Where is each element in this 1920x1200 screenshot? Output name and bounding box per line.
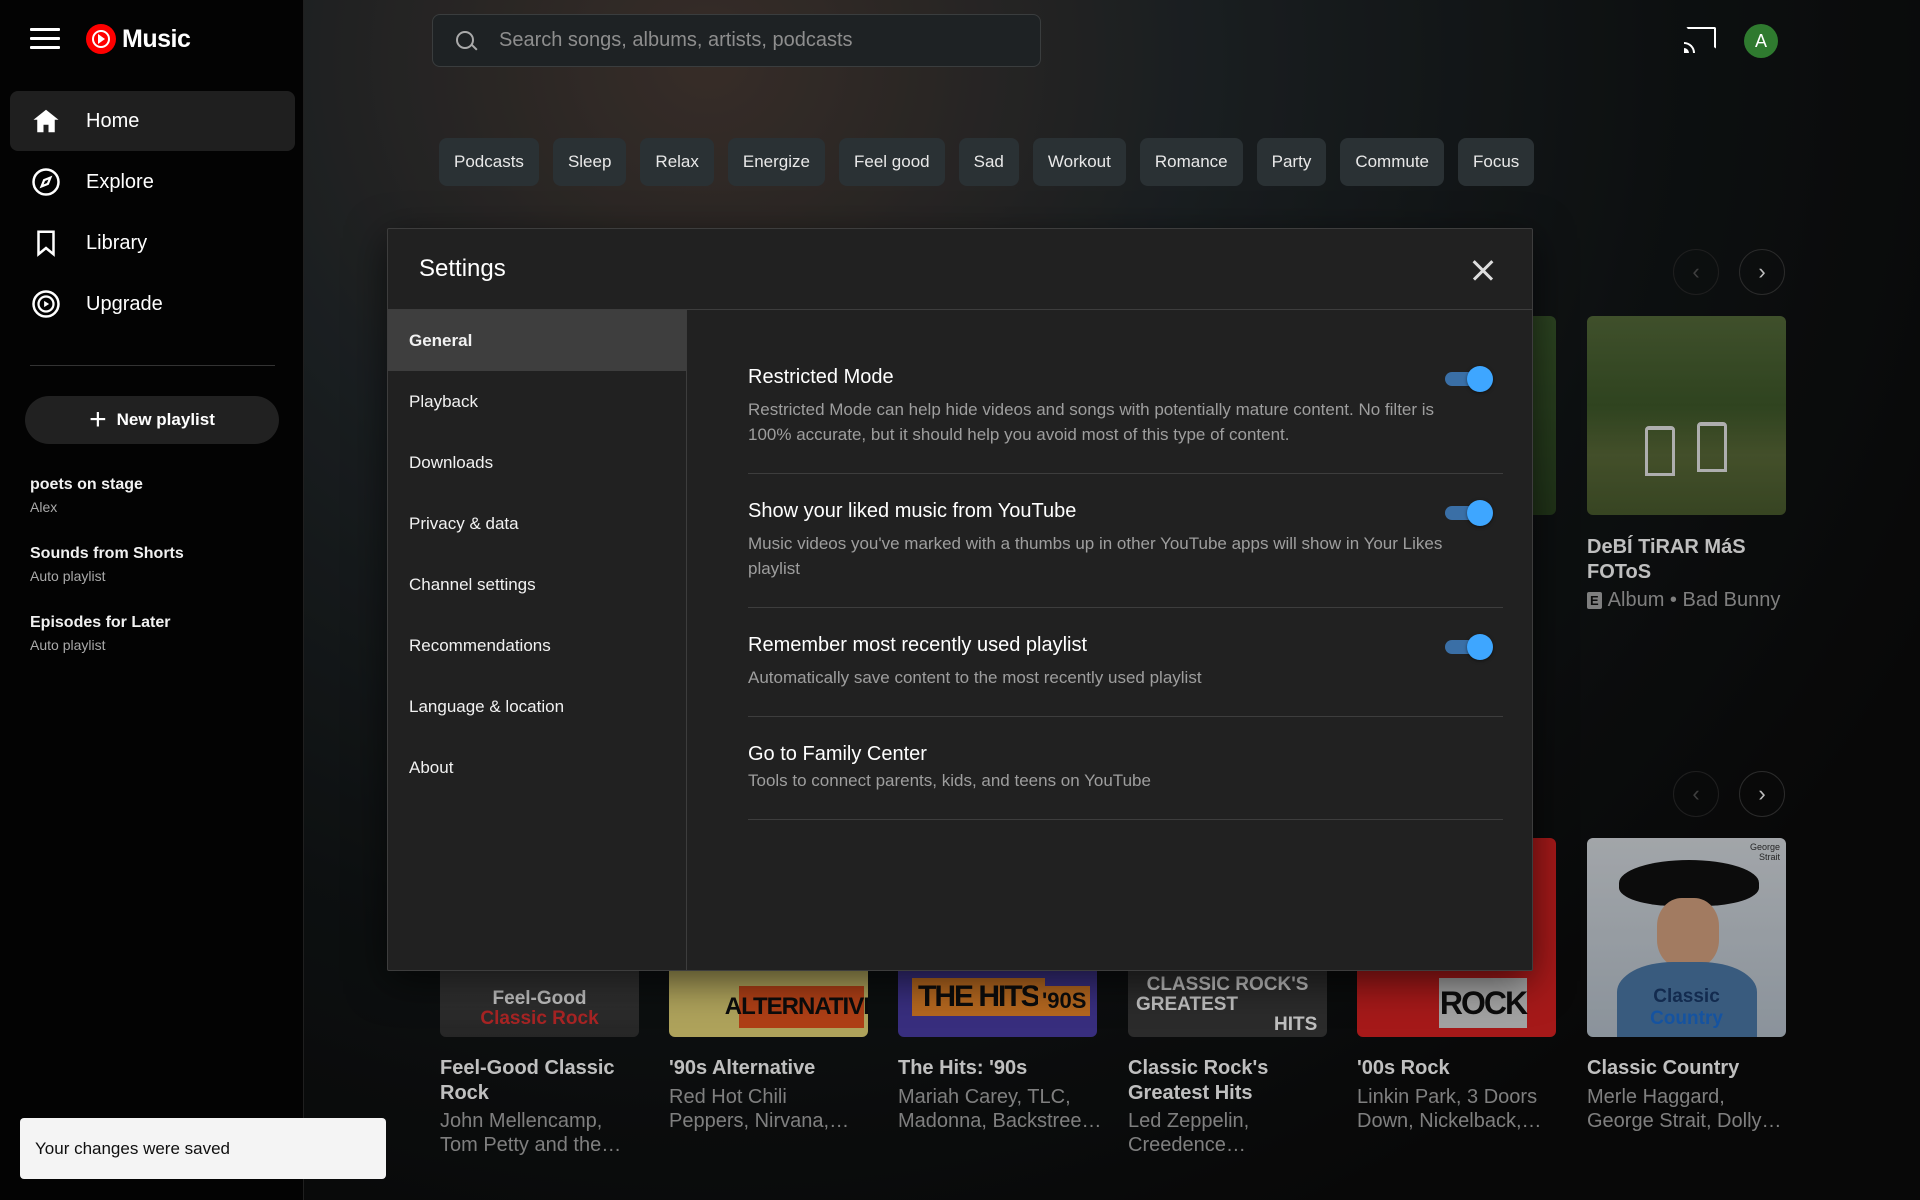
playlist-subtitle: Auto playlist — [30, 637, 106, 653]
playlist-item[interactable]: poets on stage Alex — [30, 476, 280, 515]
playlist-subtitle: Auto playlist — [30, 568, 106, 584]
search-box[interactable] — [432, 14, 1041, 67]
cast-icon[interactable] — [1684, 27, 1716, 53]
sidebar-item-home[interactable]: Home — [10, 91, 295, 151]
chip-relax[interactable]: Relax — [640, 138, 714, 186]
liked-music-toggle[interactable] — [1445, 500, 1493, 526]
chip-energize[interactable]: Energize — [727, 138, 825, 186]
setting-title: Show your liked music from YouTube — [748, 500, 1077, 522]
settings-tab-downloads[interactable]: Downloads — [388, 432, 686, 493]
sidebar-item-label: Explore — [86, 170, 154, 193]
remember-playlist-toggle[interactable] — [1445, 634, 1493, 660]
sidebar-item-upgrade[interactable]: Upgrade — [10, 274, 295, 334]
setting-liked-music: Show your liked music from YouTube Music… — [748, 474, 1503, 608]
settings-tab-channel[interactable]: Channel settings — [388, 554, 686, 615]
logo-play-icon — [86, 24, 116, 54]
sidebar-item-label: Home — [86, 109, 140, 132]
setting-title: Restricted Mode — [748, 366, 894, 388]
settings-title: Settings — [419, 255, 506, 282]
chip-commute[interactable]: Commute — [1340, 138, 1445, 186]
playlist-list: poets on stage Alex Sounds from Shorts A… — [30, 476, 280, 683]
setting-description: Automatically save content to the most r… — [748, 668, 1202, 687]
plus-icon: + — [89, 403, 107, 436]
hamburger-menu-icon[interactable] — [30, 28, 60, 52]
chip-podcasts[interactable]: Podcasts — [439, 138, 539, 186]
home-icon — [30, 105, 62, 137]
restricted-mode-toggle[interactable] — [1445, 366, 1493, 392]
sidebar: Music Home Explore Library Upgrade + New… — [0, 0, 304, 1200]
sidebar-item-explore[interactable]: Explore — [10, 152, 295, 212]
chip-focus[interactable]: Focus — [1458, 138, 1535, 186]
setting-restricted-mode: Restricted Mode Restricted Mode can help… — [748, 310, 1503, 474]
playlist-title: poets on stage — [30, 476, 143, 493]
setting-title: Go to Family Center — [748, 743, 927, 765]
toast-message: Your changes were saved — [35, 1138, 231, 1158]
settings-dialog: Settings General Playback Downloads Priv… — [387, 228, 1533, 971]
chip-workout[interactable]: Workout — [1032, 138, 1126, 186]
settings-tab-recommendations[interactable]: Recommendations — [388, 615, 686, 676]
sidebar-divider — [30, 365, 275, 366]
upgrade-icon — [30, 288, 62, 320]
setting-title: Remember most recently used playlist — [748, 634, 1088, 656]
chip-sleep[interactable]: Sleep — [552, 138, 627, 186]
sidebar-item-label: Upgrade — [86, 292, 163, 315]
settings-nav: General Playback Downloads Privacy & dat… — [388, 310, 687, 971]
mood-chips: Podcasts Sleep Relax Energize Feel good … — [439, 138, 1535, 186]
playlist-item[interactable]: Sounds from Shorts Auto playlist — [30, 545, 280, 584]
playlist-subtitle: Alex — [30, 499, 58, 515]
settings-tab-about[interactable]: About — [388, 737, 686, 798]
settings-header: Settings — [388, 229, 1532, 310]
new-playlist-label: New playlist — [116, 410, 215, 429]
playlist-item[interactable]: Episodes for Later Auto playlist — [30, 614, 280, 653]
playlist-title: Sounds from Shorts — [30, 545, 184, 562]
youtube-music-logo[interactable]: Music — [86, 24, 191, 54]
compass-icon — [30, 166, 62, 198]
setting-description: Restricted Mode can help hide videos and… — [748, 400, 1435, 444]
chip-party[interactable]: Party — [1256, 138, 1327, 186]
chip-feel-good[interactable]: Feel good — [839, 138, 945, 186]
settings-content: Restricted Mode Restricted Mode can help… — [748, 310, 1503, 820]
new-playlist-button[interactable]: + New playlist — [25, 396, 279, 444]
chip-romance[interactable]: Romance — [1139, 138, 1243, 186]
settings-tab-language[interactable]: Language & location — [388, 676, 686, 737]
close-icon[interactable] — [1472, 259, 1494, 281]
sidebar-nav: Home Explore Library Upgrade — [10, 91, 295, 335]
playlist-title: Episodes for Later — [30, 614, 171, 631]
avatar[interactable]: A — [1744, 24, 1778, 58]
setting-remember-playlist: Remember most recently used playlist Aut… — [748, 608, 1503, 717]
setting-description: Tools to connect parents, kids, and teen… — [748, 771, 1151, 790]
search-input[interactable] — [499, 29, 999, 52]
settings-tab-privacy[interactable]: Privacy & data — [388, 493, 686, 554]
toast-notification: Your changes were saved — [20, 1118, 386, 1179]
bookmark-icon — [30, 227, 62, 259]
search-icon — [455, 30, 477, 52]
settings-tab-playback[interactable]: Playback — [388, 371, 686, 432]
settings-tab-general[interactable]: General — [388, 310, 686, 371]
logo-text: Music — [122, 24, 191, 53]
setting-description: Music videos you've marked with a thumbs… — [748, 534, 1443, 578]
chip-sad[interactable]: Sad — [958, 138, 1019, 186]
setting-family-center[interactable]: Go to Family Center Tools to connect par… — [748, 717, 1503, 820]
sidebar-item-library[interactable]: Library — [10, 213, 295, 273]
sidebar-item-label: Library — [86, 231, 148, 254]
